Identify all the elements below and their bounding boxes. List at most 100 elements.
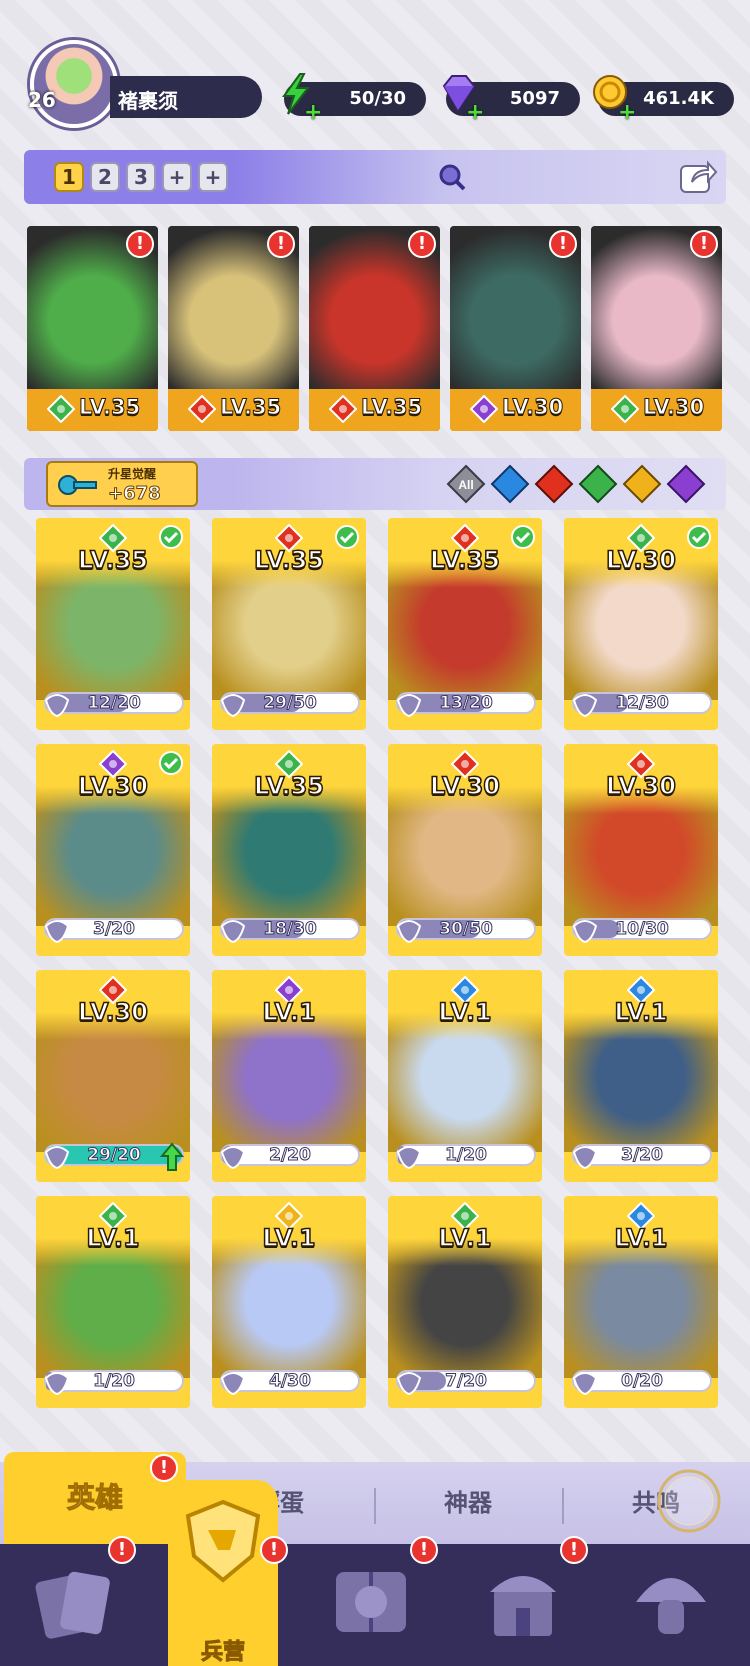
dark-element-icon [666,464,706,504]
filter-dark-button[interactable] [666,464,706,504]
alert-badge-icon: ! [260,1536,288,1564]
add-team-slot[interactable]: + [198,162,228,192]
share-icon[interactable] [678,158,718,196]
shard-icon [220,694,246,718]
alert-badge-icon: ! [560,1536,588,1564]
upgrade-arrow-icon[interactable] [160,1142,184,1172]
hero-level: LV.1 [86,1223,141,1253]
shard-icon [572,1146,598,1170]
hero-level-footer: LV.30 [591,389,722,431]
filter-light-button[interactable] [622,464,662,504]
gold-counter[interactable]: + 461.4K [593,75,734,125]
energy-value: 50/30 [349,88,406,109]
nature-element-icon [578,464,618,504]
shard-icon [396,694,422,718]
mushroom-icon [636,1578,706,1634]
shard-icon [396,1372,422,1396]
player-level: 26 [28,88,56,112]
hero-level: LV.1 [438,997,493,1027]
shard-icon [220,1146,246,1170]
shard-icon [44,920,70,944]
hero-card[interactable]: LV.30 29/20 [36,970,190,1182]
hero-card[interactable]: LV.1 2/20 [212,970,366,1182]
hero-level-footer: LV.35 [27,389,158,431]
player-name-plate[interactable]: 褚裹须 [110,76,262,118]
hero-card[interactable]: LV.1 3/20 [564,970,718,1182]
hero-card[interactable]: LV.1 4/30 [212,1196,366,1408]
key-icon [58,475,97,495]
hero-card[interactable]: LV.1 7/20 [388,1196,542,1408]
search-icon[interactable] [437,162,467,192]
plus-icon[interactable]: + [466,100,484,125]
team-hero-card[interactable]: ! LV.35 [309,226,440,431]
water-element-icon [490,464,530,504]
gold-value: 461.4K [643,88,714,109]
nature-element-icon [47,395,75,423]
nav-spellbook[interactable] [326,1556,436,1656]
tab-artifacts[interactable]: 神器 [378,1462,558,1544]
hero-card[interactable]: LV.1 0/20 [564,1196,718,1408]
filter-fire-button[interactable] [534,464,574,504]
temple-icon [490,1576,556,1636]
team-slot-3[interactable]: 3 [126,162,156,192]
energy-counter[interactable]: + 50/30 [282,73,426,125]
hero-level: LV.1 [438,1223,493,1253]
awaken-key-box[interactable]: 升星觉醒 +678 [46,461,198,507]
gems-counter[interactable]: + 5097 [442,75,580,125]
tab-divider [374,1488,376,1524]
hero-level: LV.30 [501,395,564,420]
hero-roster-screen: 26 褚裹须 + 50/30 + 5097 + 461.4K 1 2 3 + + [0,0,750,1666]
filter-nature-button[interactable] [578,464,618,504]
shard-icon [572,1372,598,1396]
cards-icon [35,1571,110,1639]
team-hero-card[interactable]: ! LV.35 [168,226,299,431]
hero-level: LV.1 [614,1223,669,1253]
hero-card[interactable]: LV.30 3/20 [36,744,190,956]
hero-level: LV.30 [77,771,148,801]
team-hero-card[interactable]: ! LV.30 [450,226,581,431]
fire-element-icon [329,395,357,423]
alert-badge-icon: ! [690,230,718,258]
team-hero-card[interactable]: ! LV.30 [591,226,722,431]
alert-badge-icon: ! [267,230,295,258]
hero-level: LV.35 [77,545,148,575]
hero-card[interactable]: LV.30 10/30 [564,744,718,956]
filter-all-button[interactable]: All [446,464,486,504]
book-icon [336,1572,406,1632]
hero-level: LV.30 [429,771,500,801]
hero-card[interactable]: LV.30 30/50 [388,744,542,956]
svg-text:All: All [458,478,473,492]
player-name: 褚裹须 [118,89,178,113]
hero-card[interactable]: LV.1 1/20 [36,1196,190,1408]
nav-cards[interactable] [30,1556,140,1656]
team-hero-card[interactable]: ! LV.35 [27,226,158,431]
team-slot-2[interactable]: 2 [90,162,120,192]
nav-temple[interactable] [478,1556,588,1656]
hero-card[interactable]: LV.35 29/50 [212,518,366,730]
add-team-slot[interactable]: + [162,162,192,192]
nav-mushroom[interactable] [626,1556,736,1656]
sparkle-ring-icon[interactable] [654,1466,724,1536]
shard-icon [220,920,246,944]
fire-element-icon [188,395,216,423]
plus-icon[interactable]: + [618,100,636,125]
hero-level: LV.30 [605,545,676,575]
hero-card[interactable]: LV.30 12/30 [564,518,718,730]
alert-badge-icon: ! [108,1536,136,1564]
alert-badge-icon: ! [150,1454,178,1482]
hero-card[interactable]: LV.35 12/20 [36,518,190,730]
hero-card[interactable]: LV.1 1/20 [388,970,542,1182]
alert-badge-icon: ! [126,230,154,258]
shard-icon [572,920,598,944]
light-element-icon [622,464,662,504]
team-slot-1[interactable]: 1 [54,162,84,192]
hero-level: LV.1 [614,997,669,1027]
filter-water-button[interactable] [490,464,530,504]
nav-barracks[interactable]: 兵营 [168,1480,278,1666]
hero-level: LV.30 [642,395,705,420]
barracks-shield-icon [185,1499,261,1583]
hero-card[interactable]: LV.35 13/20 [388,518,542,730]
hero-level: LV.30 [77,997,148,1027]
plus-icon[interactable]: + [304,100,322,125]
hero-card[interactable]: LV.35 18/30 [212,744,366,956]
